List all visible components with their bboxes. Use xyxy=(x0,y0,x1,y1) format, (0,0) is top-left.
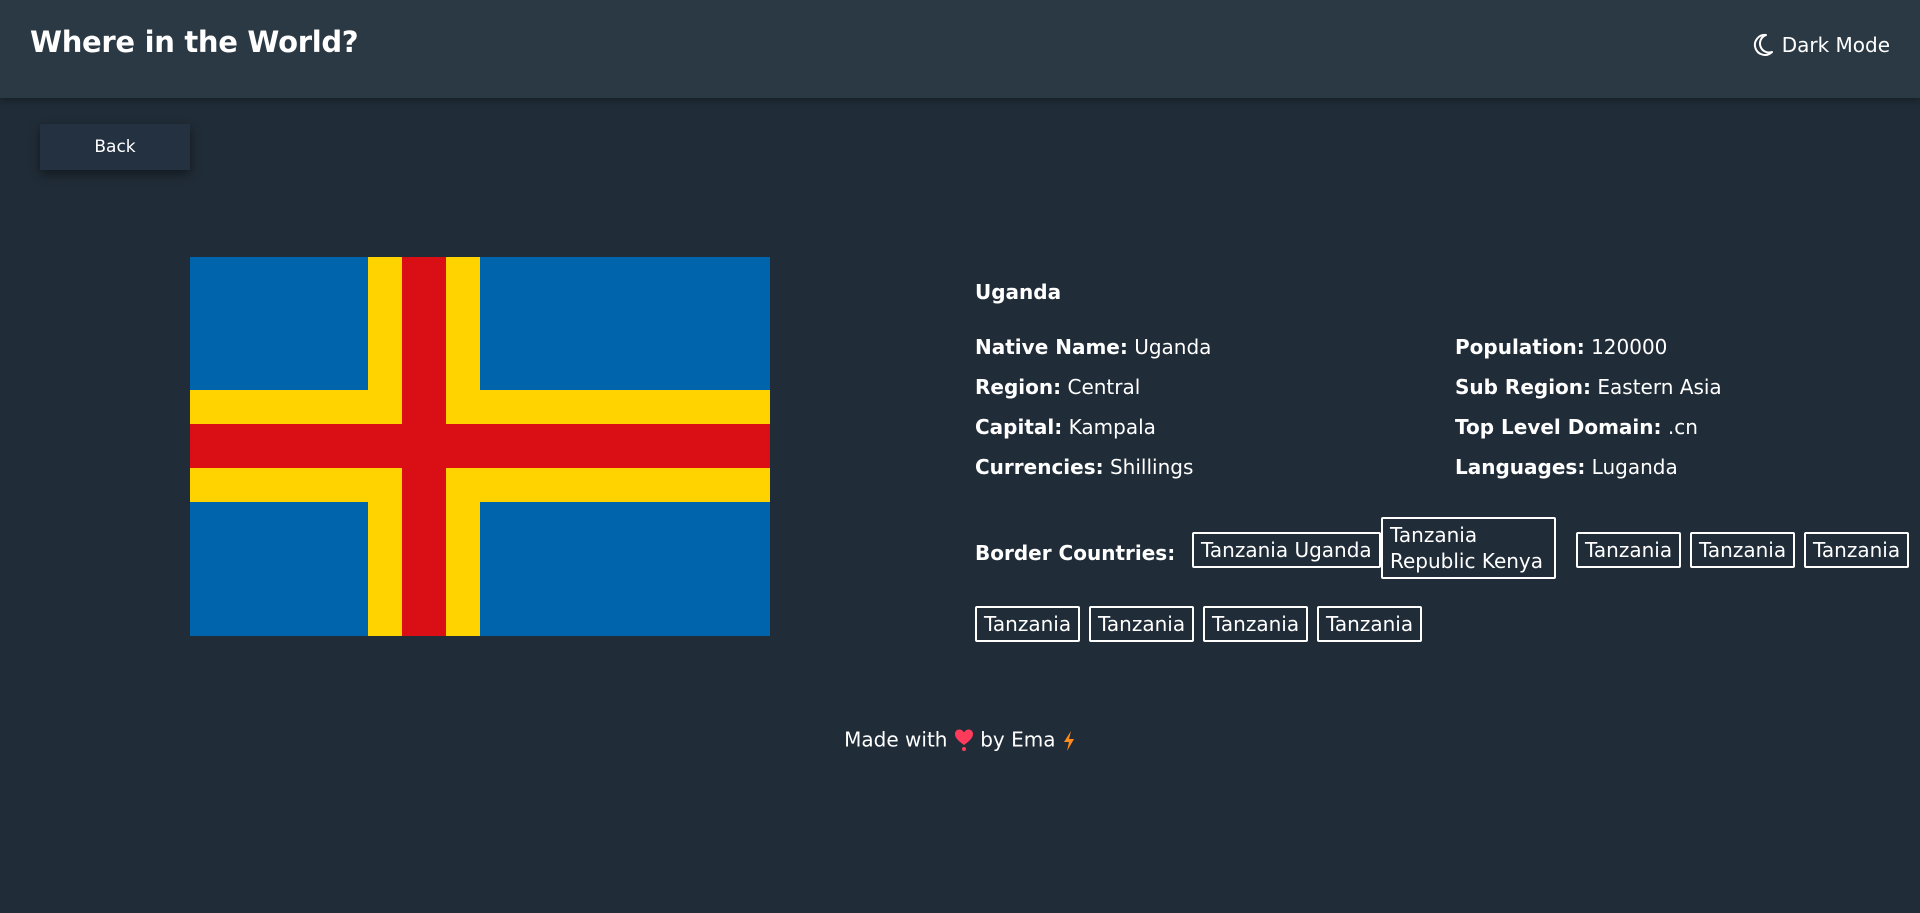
footer-made-with: Made with xyxy=(844,727,948,752)
languages-row: Languages: Luganda xyxy=(1455,454,1895,480)
currencies-label: Currencies: xyxy=(975,455,1104,479)
flag-red-horizontal xyxy=(190,424,770,468)
app-header: Where in the World? Dark Mode xyxy=(0,0,1920,98)
native-name-label: Native Name: xyxy=(975,335,1128,359)
country-facts: Native Name: Uganda Population: 120000 R… xyxy=(975,334,1895,480)
moon-icon xyxy=(1752,33,1774,57)
sub-region-row: Sub Region: Eastern Asia xyxy=(1455,374,1895,400)
back-button[interactable]: Back xyxy=(40,124,190,170)
capital-value: Kampala xyxy=(1068,415,1156,439)
native-name-value: Uganda xyxy=(1134,335,1212,359)
border-country-chip[interactable]: Tanzania Uganda xyxy=(1192,532,1381,568)
border-country-chip[interactable]: Tanzania xyxy=(1804,532,1910,568)
border-country-chip[interactable]: Tanzania xyxy=(1317,606,1423,642)
languages-value: Luganda xyxy=(1591,455,1678,479)
capital-row: Capital: Kampala xyxy=(975,414,1455,440)
tld-row: Top Level Domain: .cn xyxy=(1455,414,1895,440)
population-label: Population: xyxy=(1455,335,1585,359)
dark-mode-label: Dark Mode xyxy=(1781,33,1890,57)
border-country-chip[interactable]: Tanzania xyxy=(975,606,1081,642)
population-value: 120000 xyxy=(1591,335,1668,359)
tld-value: .cn xyxy=(1667,415,1698,439)
country-flag xyxy=(190,257,770,636)
region-label: Region: xyxy=(975,375,1062,399)
border-country-chip[interactable]: Tanzania xyxy=(1690,532,1796,568)
region-value: Central xyxy=(1067,375,1141,399)
currencies-value: Shillings xyxy=(1109,455,1194,479)
sub-region-label: Sub Region: xyxy=(1455,375,1592,399)
border-countries-label: Border Countries: xyxy=(975,541,1176,565)
heart-icon xyxy=(954,727,980,752)
border-country-chip[interactable]: Tanzania xyxy=(1576,532,1682,568)
lightning-icon xyxy=(1062,727,1076,751)
page-footer: Made with by Ema xyxy=(0,726,1920,752)
languages-label: Languages: xyxy=(1455,455,1586,479)
region-row: Region: Central xyxy=(975,374,1455,400)
border-country-chip[interactable]: Tanzania Republic Kenya xyxy=(1381,517,1556,579)
capital-label: Capital: xyxy=(975,415,1063,439)
population-row: Population: 120000 xyxy=(1455,334,1895,360)
country-name: Uganda xyxy=(975,280,1062,304)
border-country-chip[interactable]: Tanzania xyxy=(1089,606,1195,642)
sub-region-value: Eastern Asia xyxy=(1597,375,1722,399)
footer-by: by Ema xyxy=(980,727,1056,752)
currencies-row: Currencies: Shillings xyxy=(975,454,1455,480)
native-name-row: Native Name: Uganda xyxy=(975,334,1455,360)
app-title[interactable]: Where in the World? xyxy=(30,25,359,59)
dark-mode-toggle[interactable]: Dark Mode xyxy=(1752,33,1890,57)
border-country-chip[interactable]: Tanzania xyxy=(1203,606,1309,642)
tld-label: Top Level Domain: xyxy=(1455,415,1662,439)
country-details: Uganda Native Name: Uganda Population: 1… xyxy=(975,280,1895,480)
